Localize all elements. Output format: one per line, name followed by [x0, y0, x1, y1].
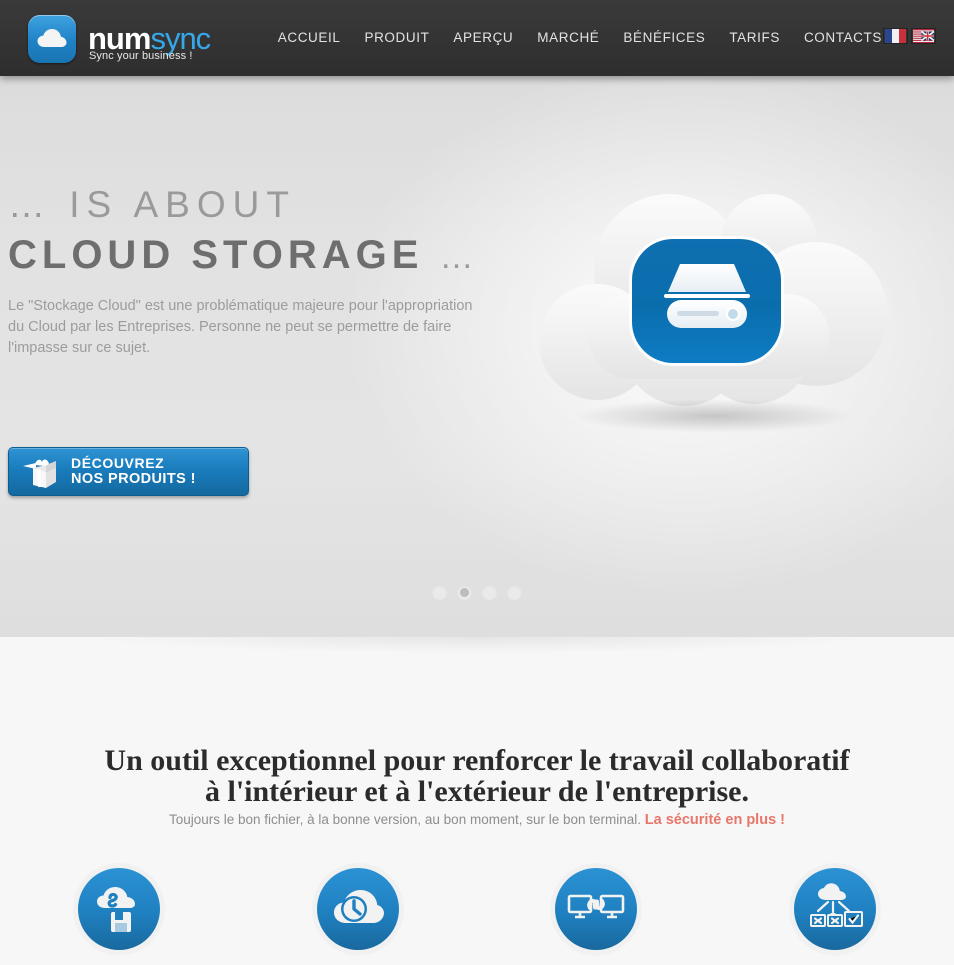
- section-title-line1: Un outil exceptionnel pour renforcer le …: [104, 744, 850, 777]
- nav-item-produit[interactable]: PRODUIT: [364, 30, 429, 45]
- feature-icons-row: [0, 868, 954, 950]
- hero-paragraph: Le "Stockage Cloud" est une problématiqu…: [8, 298, 473, 356]
- site-logo[interactable]: numsync Sync your business !: [28, 15, 211, 63]
- header-inner: numsync Sync your business ! ACCUEIL PRO…: [0, 0, 954, 76]
- cloud-sync-save-icon[interactable]: [78, 868, 161, 950]
- illustration-shadow: [574, 399, 854, 433]
- section-subtitle-highlight: La sécurité en plus !: [644, 812, 785, 828]
- section-title-line2: à l'intérieur et à l'extérieur de l'entr…: [204, 775, 749, 808]
- section-title: Un outil exceptionnel pour renforcer le …: [0, 745, 954, 807]
- nav-item-accueil[interactable]: ACCUEIL: [278, 30, 341, 45]
- feature-item-1: [19, 868, 219, 950]
- main-navigation: ACCUEIL PRODUIT APERÇU MARCHÉ BÉNÉFICES …: [278, 30, 882, 45]
- hero-headline-ellipsis: …: [439, 238, 479, 276]
- cta-label: DÉCOUVREZ NOS PRODUITS !: [71, 455, 196, 488]
- slider-dot-4[interactable]: [507, 585, 522, 600]
- feature-item-3: [496, 868, 696, 950]
- nav-item-tarifs[interactable]: TARIFS: [729, 30, 780, 45]
- hero-headline-main: CLOUD STORAGE …: [8, 228, 508, 284]
- section-top-shadow: [0, 637, 954, 659]
- hero-slider: … IS ABOUT CLOUD STORAGE … Le "Stockage …: [0, 76, 954, 637]
- slider-dots: [432, 585, 522, 600]
- cloud-storage-illustration: [519, 174, 909, 474]
- feature-item-2: [258, 868, 458, 950]
- logo-wordmark: numsync Sync your business !: [88, 23, 211, 62]
- section-subtitle-plain: Toujours le bon fichier, à la bonne vers…: [169, 812, 645, 827]
- logo-cloud-icon: [28, 15, 76, 63]
- nav-item-apercu[interactable]: APERÇU: [453, 30, 513, 45]
- french-flag-icon[interactable]: [883, 28, 908, 44]
- linked-monitors-icon[interactable]: [555, 868, 638, 950]
- hero-headline-main-text: CLOUD STORAGE: [8, 233, 424, 277]
- cloud-multi-device-icon[interactable]: [793, 868, 876, 950]
- hero-copy: … IS ABOUT CLOUD STORAGE … Le "Stockage …: [8, 182, 508, 359]
- section-subtitle: Toujours le bon fichier, à la bonne vers…: [0, 812, 954, 828]
- cta-label-line2: NOS PRODUITS !: [71, 471, 196, 487]
- gift-box-icon: [23, 455, 63, 489]
- feature-item-4: [735, 868, 935, 950]
- nav-item-marche[interactable]: MARCHÉ: [537, 30, 599, 45]
- discover-products-button[interactable]: DÉCOUVREZ NOS PRODUITS !: [8, 447, 249, 496]
- slider-dot-1[interactable]: [432, 585, 447, 600]
- logo-tagline: Sync your business !: [89, 50, 193, 62]
- language-switcher: [883, 28, 936, 44]
- slider-dot-2[interactable]: [457, 585, 472, 600]
- intro-section: Un outil exceptionnel pour renforcer le …: [0, 637, 954, 965]
- english-flag-icon[interactable]: [911, 28, 936, 44]
- slider-dot-3[interactable]: [482, 585, 497, 600]
- site-header: numsync Sync your business ! ACCUEIL PRO…: [0, 0, 954, 76]
- cta-label-line1: DÉCOUVREZ: [71, 455, 165, 471]
- nav-item-benefices[interactable]: BÉNÉFICES: [623, 30, 705, 45]
- hard-drive-icon: [664, 264, 750, 328]
- cloud-clock-icon[interactable]: [316, 868, 399, 950]
- hero-headline-top: … IS ABOUT: [8, 184, 296, 225]
- nav-item-contacts[interactable]: CONTACTS: [804, 30, 882, 45]
